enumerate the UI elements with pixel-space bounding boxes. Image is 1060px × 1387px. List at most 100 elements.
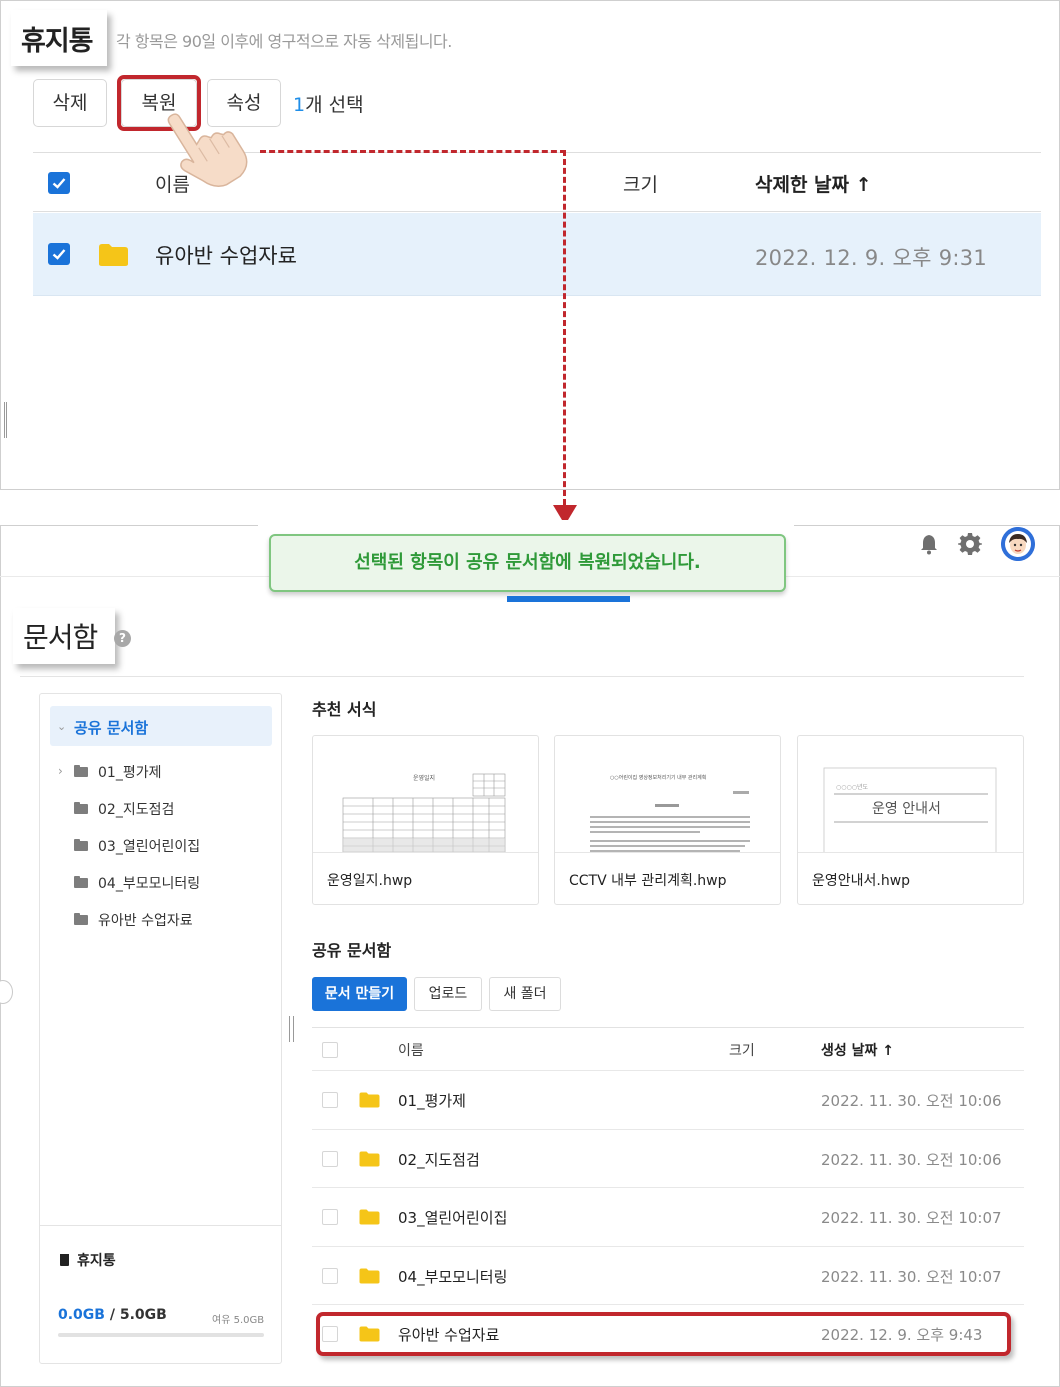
template-thumbnail: 운영일지 [313, 736, 538, 853]
chevron-right-icon[interactable]: › [58, 764, 63, 778]
avatar-face-icon [1001, 527, 1035, 561]
folder-icon [74, 876, 88, 888]
file-row-created-date: 2022. 11. 30. 오전 10:07 [821, 1268, 1002, 1286]
chevron-down-icon[interactable]: ⌄ [57, 720, 66, 733]
trash-page-title: 휴지통 [11, 10, 107, 66]
trash-row-name: 유아반 수업자료 [155, 244, 297, 268]
pointer-hand-icon [167, 113, 248, 188]
template-card[interactable]: 운영일지 운영일지.hwp [312, 735, 539, 905]
template-thumbnail: ○○○○년도 운영 안내서 [798, 736, 1023, 853]
folder-icon [74, 839, 88, 851]
template-thumbnail: ○○어린이집 영상정보처리기기 내부 관리계획 [555, 736, 780, 853]
file-row-name[interactable]: 01_평가제 [398, 1090, 466, 1111]
sort-ascending-icon: ↑ [855, 174, 872, 196]
column-header-created-date-label: 생성 날짜 [821, 1043, 878, 1059]
selection-count-number: 1 [293, 94, 306, 116]
sidebar-folder-label: 01_평가제 [98, 765, 162, 781]
upload-button[interactable]: 업로드 [414, 977, 482, 1011]
sidebar-folder-item[interactable]: 02_지도점검 [74, 799, 174, 819]
folder-icon [74, 765, 88, 777]
restored-row-highlight [316, 1312, 1011, 1356]
docs-page-title: 문서함 [13, 608, 115, 664]
new-folder-button[interactable]: 새 폴더 [489, 977, 561, 1011]
folder-icon [359, 1151, 380, 1167]
sort-ascending-icon: ↑ [882, 1043, 895, 1059]
sidebar-folder-label: 04_부모모니터링 [98, 876, 201, 892]
gear-icon[interactable] [958, 532, 982, 556]
sidebar-item-trash[interactable]: 휴지통 [60, 1250, 116, 1270]
sidebar-folder-item[interactable]: 03_열린어린이집 [74, 836, 200, 856]
document-preview-icon: 운영일지 [342, 773, 506, 852]
column-header-created-date[interactable]: 생성 날짜 ↑ [821, 1040, 894, 1060]
template-card[interactable]: ○○어린이집 영상정보처리기기 내부 관리계획 CCTV 내부 관리계획.hwp [554, 735, 781, 905]
progress-indicator [507, 596, 630, 602]
delete-button[interactable]: 삭제 [33, 79, 107, 127]
template-name: 운영안내서.hwp [812, 873, 911, 889]
row-checkbox[interactable] [322, 1268, 338, 1284]
create-document-button[interactable]: 문서 만들기 [312, 977, 407, 1011]
user-avatar[interactable] [1001, 527, 1035, 561]
file-row-name[interactable]: 04_부모모니터링 [398, 1266, 507, 1287]
template-card[interactable]: ○○○○년도 운영 안내서 운영안내서.hwp [797, 735, 1024, 905]
row-checkbox[interactable] [322, 1092, 338, 1108]
file-row-name[interactable]: 02_지도점검 [398, 1149, 480, 1170]
checkmark-icon [52, 249, 66, 260]
row-checkbox[interactable] [322, 1151, 338, 1167]
storage-usage: 0.0GB / 5.0GB [58, 1307, 167, 1323]
column-header-deleted-date-label: 삭제한 날짜 [755, 174, 850, 196]
template-name: CCTV 내부 관리계획.hwp [569, 873, 727, 889]
folder-icon [99, 244, 128, 266]
select-all-checkbox[interactable] [48, 172, 70, 194]
column-header-size[interactable]: 크기 [623, 170, 658, 197]
row-divider [312, 1187, 1024, 1188]
svg-text:○○어린이집 영상정보처리기기 내부 관리계획: ○○어린이집 영상정보처리기기 내부 관리계획 [610, 774, 706, 781]
selection-count: 1개 선택 [293, 90, 364, 117]
column-header-name[interactable]: 이름 [398, 1040, 424, 1060]
sidebar-divider [40, 1225, 281, 1226]
row-divider [312, 1246, 1024, 1247]
flow-arrow-vertical [563, 150, 566, 505]
sidebar-folder-label: 03_열린어린이집 [98, 839, 201, 855]
row-checkbox[interactable] [322, 1209, 338, 1225]
bell-icon[interactable] [918, 533, 940, 555]
storage-progress-bar [58, 1333, 264, 1337]
storage-total: / 5.0GB [104, 1307, 167, 1323]
column-header-deleted-date[interactable]: 삭제한 날짜 ↑ [755, 170, 872, 197]
help-icon[interactable]: ? [114, 630, 131, 647]
document-preview-icon: ○○○○년도 운영 안내서 [823, 767, 997, 852]
templates-section-title: 추천 서식 [312, 700, 377, 719]
sidebar-folder-item[interactable]: 01_평가제 [74, 762, 161, 782]
storage-free: 여유 5.0GB [212, 1315, 265, 1326]
document-preview-icon: ○○어린이집 영상정보처리기기 내부 관리계획 [590, 774, 750, 852]
file-row-created-date: 2022. 11. 30. 오전 10:07 [821, 1209, 1002, 1227]
folder-icon [359, 1092, 380, 1108]
row-divider [312, 1304, 1024, 1305]
template-name: 운영일지.hwp [327, 873, 413, 889]
file-row-name[interactable]: 03_열린어린이집 [398, 1207, 507, 1228]
row-divider [312, 1129, 1024, 1130]
row-checkbox[interactable] [48, 243, 70, 265]
sidebar-item-trash-label: 휴지통 [77, 1253, 116, 1269]
checkmark-icon [52, 178, 66, 189]
sidebar-folder-item[interactable]: 04_부모모니터링 [74, 873, 200, 893]
panel-top-gap [258, 520, 794, 530]
sidebar-folder-label: 유아반 수업자료 [98, 913, 193, 929]
select-all-checkbox[interactable] [322, 1042, 338, 1058]
sidebar-folder-label: 02_지도점검 [98, 802, 175, 818]
shared-docs-section-title: 공유 문서함 [312, 941, 392, 960]
restore-success-toast: 선택된 항목이 공유 문서함에 복원되었습니다. [269, 534, 786, 592]
title-divider [20, 676, 1024, 677]
storage-used: 0.0GB [58, 1307, 105, 1323]
svg-text:○○○○년도: ○○○○년도 [836, 783, 868, 791]
file-row-created-date: 2022. 11. 30. 오전 10:06 [821, 1092, 1002, 1110]
sidebar-resize-handle[interactable] [289, 1016, 294, 1042]
flow-arrow-horizontal [260, 150, 566, 153]
trash-retention-note: 각 항목은 90일 이후에 영구적으로 자동 삭제됩니다. [116, 32, 452, 51]
file-row-created-date: 2022. 11. 30. 오전 10:06 [821, 1151, 1002, 1169]
trash-row-deleted-date: 2022. 12. 9. 오후 9:31 [755, 246, 988, 270]
column-header-size[interactable]: 크기 [729, 1040, 755, 1060]
svg-text:운영 안내서: 운영 안내서 [872, 801, 941, 817]
panel-resize-handle[interactable] [4, 402, 7, 438]
sidebar-folder-item[interactable]: 유아반 수업자료 [74, 910, 193, 930]
row-divider [312, 1070, 1024, 1071]
